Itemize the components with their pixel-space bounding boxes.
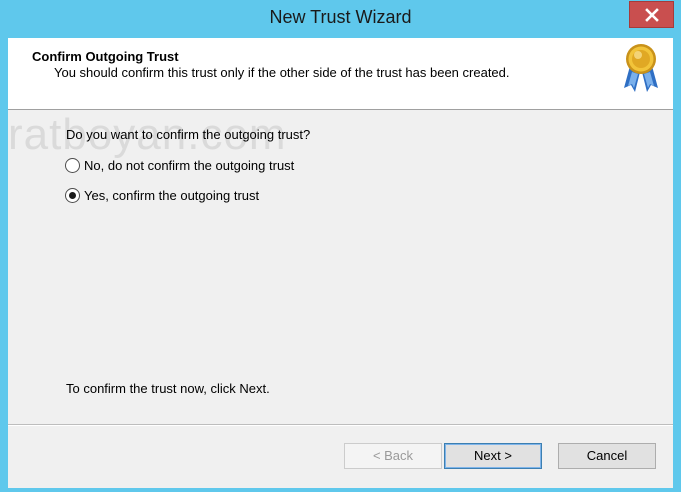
radio-no-confirm[interactable]: No, do not confirm the outgoing trust (65, 158, 294, 173)
medal-icon (624, 44, 658, 92)
header-panel: Confirm Outgoing Trust You should confir… (8, 38, 673, 110)
next-button[interactable]: Next > (444, 443, 542, 469)
close-button[interactable] (629, 1, 674, 28)
page-subtitle: You should confirm this trust only if th… (54, 65, 510, 80)
radio-no-confirm-label: No, do not confirm the outgoing trust (84, 158, 295, 173)
wizard-client-area: Confirm Outgoing Trust You should confir… (8, 38, 673, 488)
title-bar[interactable]: New Trust Wizard (0, 0, 681, 38)
radio-button-unchecked[interactable] (65, 158, 80, 173)
radio-dot (69, 192, 76, 199)
back-button[interactable]: < Back (344, 443, 442, 469)
footer-divider-highlight (8, 425, 673, 426)
cancel-button[interactable]: Cancel (558, 443, 656, 469)
radio-button-checked[interactable] (65, 188, 80, 203)
radio-yes-confirm[interactable]: Yes, confirm the outgoing trust (65, 188, 259, 203)
instruction-text: To confirm the trust now, click Next. (66, 381, 270, 396)
page-title: Confirm Outgoing Trust (32, 49, 179, 64)
radio-yes-confirm-label: Yes, confirm the outgoing trust (84, 188, 260, 203)
window-title: New Trust Wizard (269, 7, 412, 27)
question-label: Do you want to confirm the outgoing trus… (66, 127, 311, 142)
close-icon (644, 7, 659, 22)
wizard-window: New Trust Wizard Confirm Outgoing Trust … (0, 0, 681, 492)
